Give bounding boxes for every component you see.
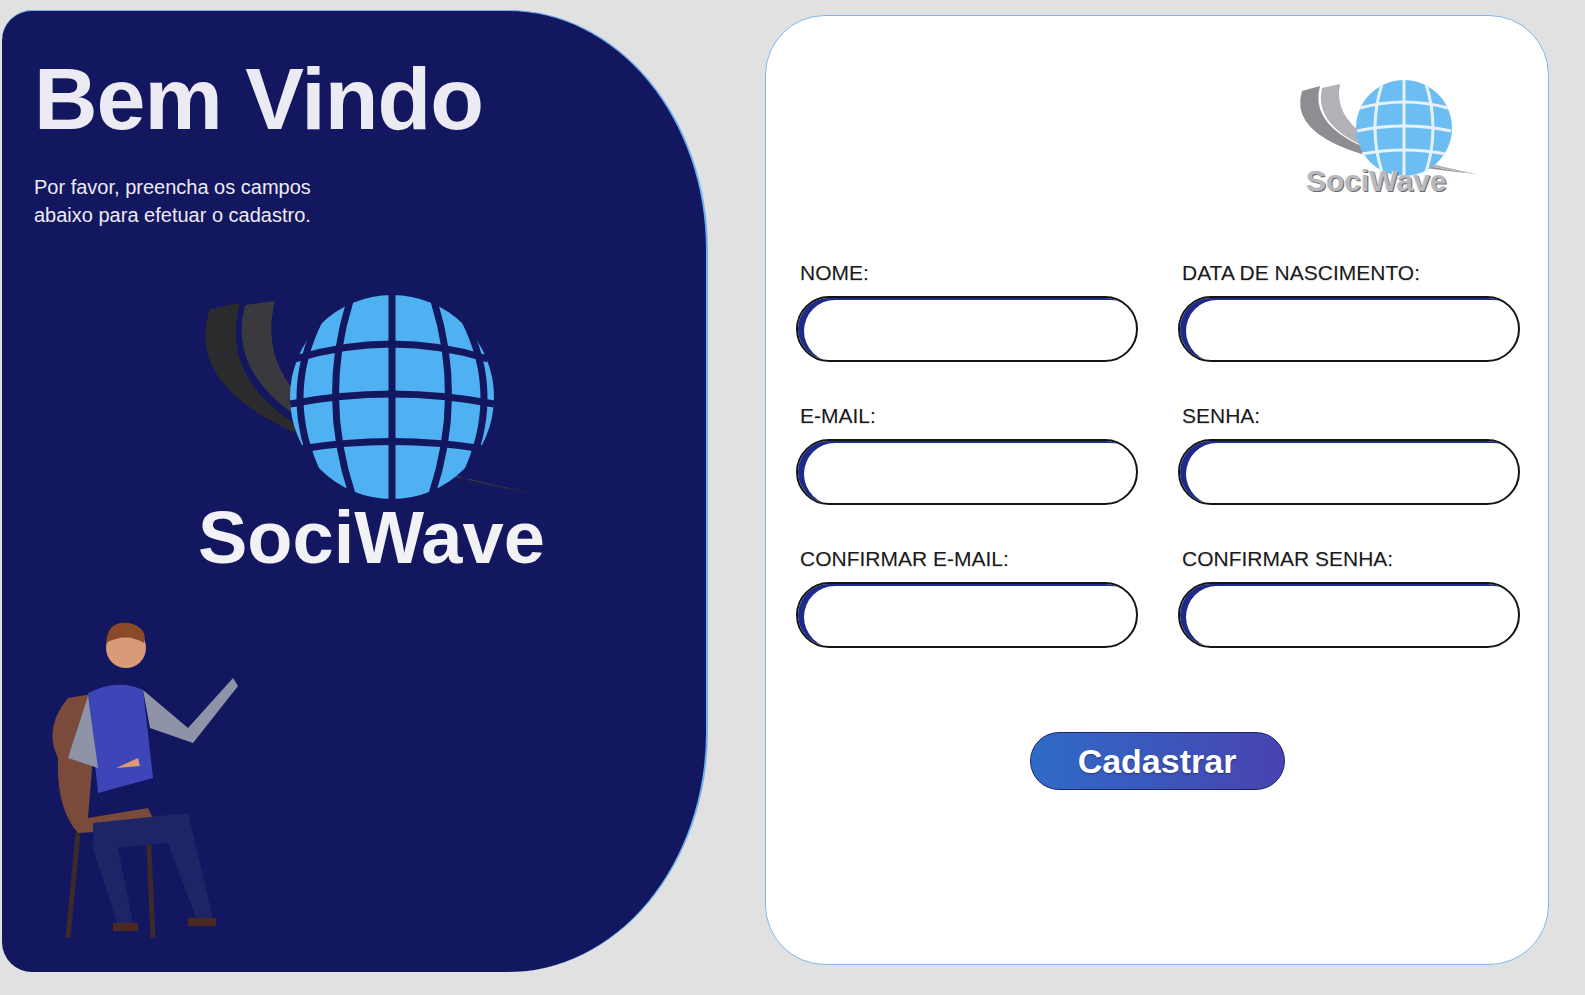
- welcome-title: Bem Vindo: [34, 55, 676, 143]
- submit-button[interactable]: Cadastrar: [1030, 732, 1285, 790]
- field-label: DATA DE NASCIMENTO:: [1182, 261, 1520, 284]
- page: Bem Vindo Por favor, preencha os camposa…: [0, 0, 1585, 995]
- header-logo: SociWave: [1268, 76, 1508, 197]
- brand-name: SociWave: [198, 499, 590, 577]
- field-input[interactable]: [796, 439, 1138, 505]
- field-input[interactable]: [796, 582, 1138, 648]
- brand-logo: SociWave: [170, 289, 590, 577]
- globe-icon: [1282, 76, 1482, 176]
- field-label: NOME:: [800, 261, 1138, 284]
- globe-icon: [170, 289, 550, 499]
- welcome-panel: Bem Vindo Por favor, preencha os camposa…: [2, 10, 708, 972]
- field-label: SENHA:: [1182, 404, 1520, 427]
- welcome-subtitle: Por favor, preencha os camposabaixo para…: [34, 173, 676, 229]
- form-field: CONFIRMAR SENHA:: [1178, 547, 1520, 648]
- header-logo-name: SociWave: [1306, 164, 1508, 197]
- signup-form: NOME: DATA DE NASCIMENTO: E-MAIL: SENHA: CON…: [796, 261, 1518, 648]
- form-field: DATA DE NASCIMENTO:: [1178, 261, 1520, 362]
- form-field: E-MAIL:: [796, 404, 1138, 505]
- field-input[interactable]: [796, 296, 1138, 362]
- person-icon: [38, 618, 248, 948]
- subtitle-line: Por favor, preencha os campos: [34, 173, 676, 201]
- field-label: CONFIRMAR E-MAIL:: [800, 547, 1138, 570]
- signup-card: SociWave NOME: DATA DE NASCIMENTO: E-MAIL:…: [765, 15, 1549, 965]
- field-label: CONFIRMAR SENHA:: [1182, 547, 1520, 570]
- subtitle-line: abaixo para efetuar o cadastro.: [34, 201, 676, 229]
- field-label: E-MAIL:: [800, 404, 1138, 427]
- field-input[interactable]: [1178, 439, 1520, 505]
- form-field: NOME:: [796, 261, 1138, 362]
- field-input[interactable]: [1178, 296, 1520, 362]
- form-field: SENHA:: [1178, 404, 1520, 505]
- field-input[interactable]: [1178, 582, 1520, 648]
- form-field: CONFIRMAR E-MAIL:: [796, 547, 1138, 648]
